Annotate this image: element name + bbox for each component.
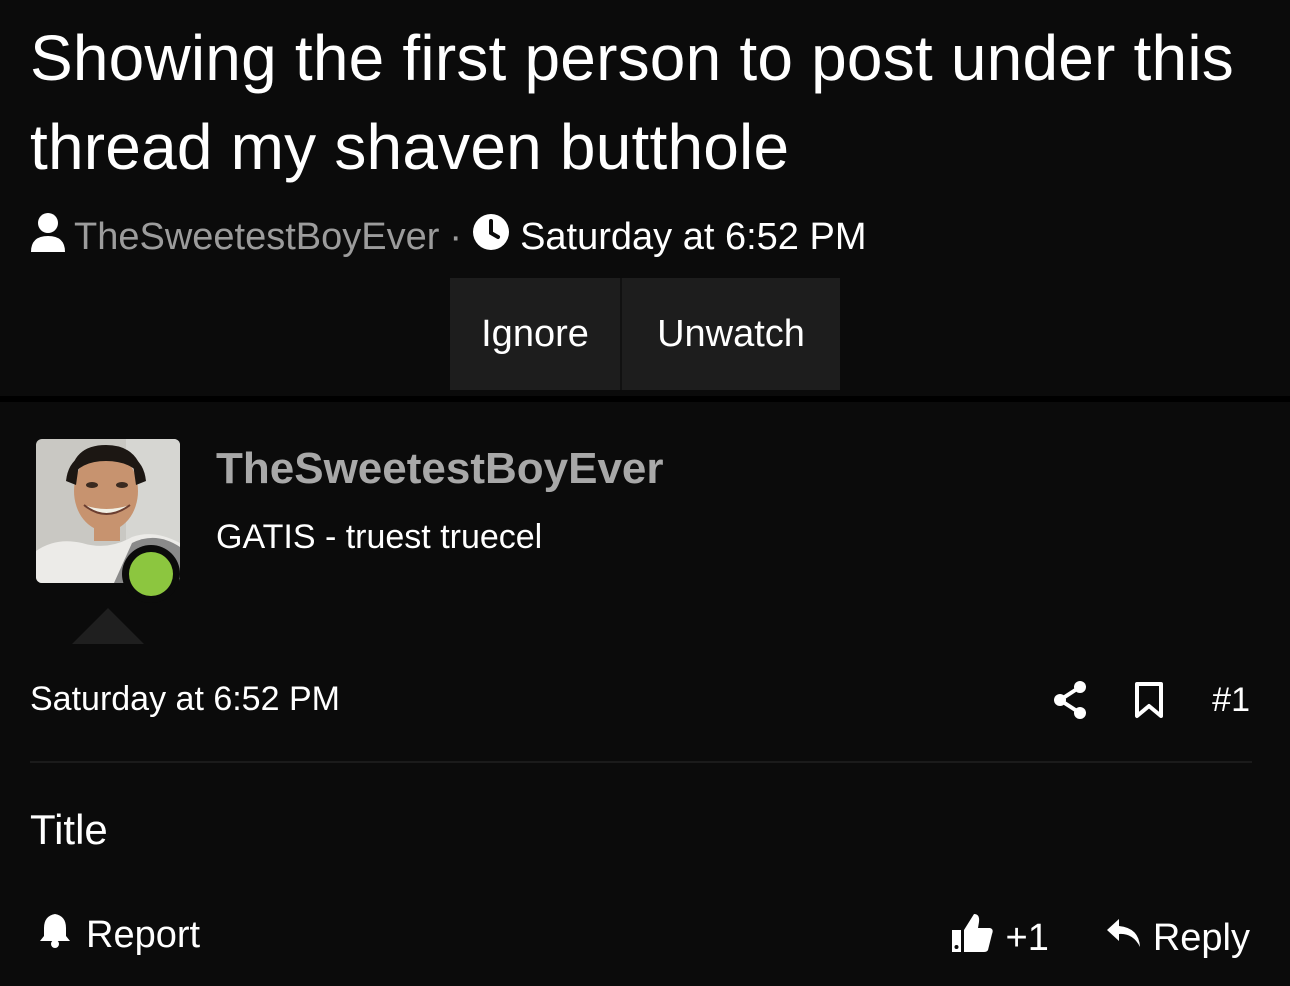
thread-title: Showing the first person to post under t… xyxy=(30,22,1234,183)
post-date[interactable]: Saturday at 6:52 PM xyxy=(30,680,340,719)
reply-button[interactable]: Reply xyxy=(1105,916,1250,960)
bell-icon xyxy=(38,912,72,958)
reply-arrow-icon xyxy=(1105,916,1143,960)
report-label: Report xyxy=(86,913,201,956)
post: TheSweetestBoyEver GATIS - truest truece… xyxy=(0,402,1290,986)
post-body: Title xyxy=(30,806,108,853)
reply-label: Reply xyxy=(1152,916,1250,959)
like-count[interactable]: +1 xyxy=(1006,917,1049,960)
thread-meta: TheSweetestBoyEver · Saturday at 6:52 PM xyxy=(30,212,866,262)
report-link[interactable]: Report xyxy=(38,912,200,958)
user-icon xyxy=(30,212,66,262)
divider xyxy=(30,761,1252,763)
thread-button-group: Ignore Unwatch xyxy=(450,278,840,390)
meta-separator: · xyxy=(449,215,463,258)
post-footer-actions: +1 Reply xyxy=(950,912,1250,964)
post-username[interactable]: TheSweetestBoyEver xyxy=(216,444,664,494)
post-number-link[interactable]: #1 xyxy=(1212,681,1250,720)
post-actions: #1 xyxy=(1006,672,1250,728)
message-arrow xyxy=(72,608,144,644)
thumbs-up-icon[interactable] xyxy=(950,912,994,964)
bookmark-icon[interactable] xyxy=(1134,681,1164,719)
clock-icon xyxy=(472,213,510,261)
user-title: GATIS - truest truecel xyxy=(216,518,543,556)
thread-header: Showing the first person to post under t… xyxy=(0,0,1290,396)
thread-date-link[interactable]: Saturday at 6:52 PM xyxy=(520,216,866,259)
unwatch-button[interactable]: Unwatch xyxy=(622,278,840,390)
ignore-button[interactable]: Ignore xyxy=(450,278,622,390)
thread-author-link[interactable]: TheSweetestBoyEver xyxy=(74,216,439,259)
online-status-indicator xyxy=(122,545,180,603)
share-icon[interactable] xyxy=(1052,680,1088,720)
